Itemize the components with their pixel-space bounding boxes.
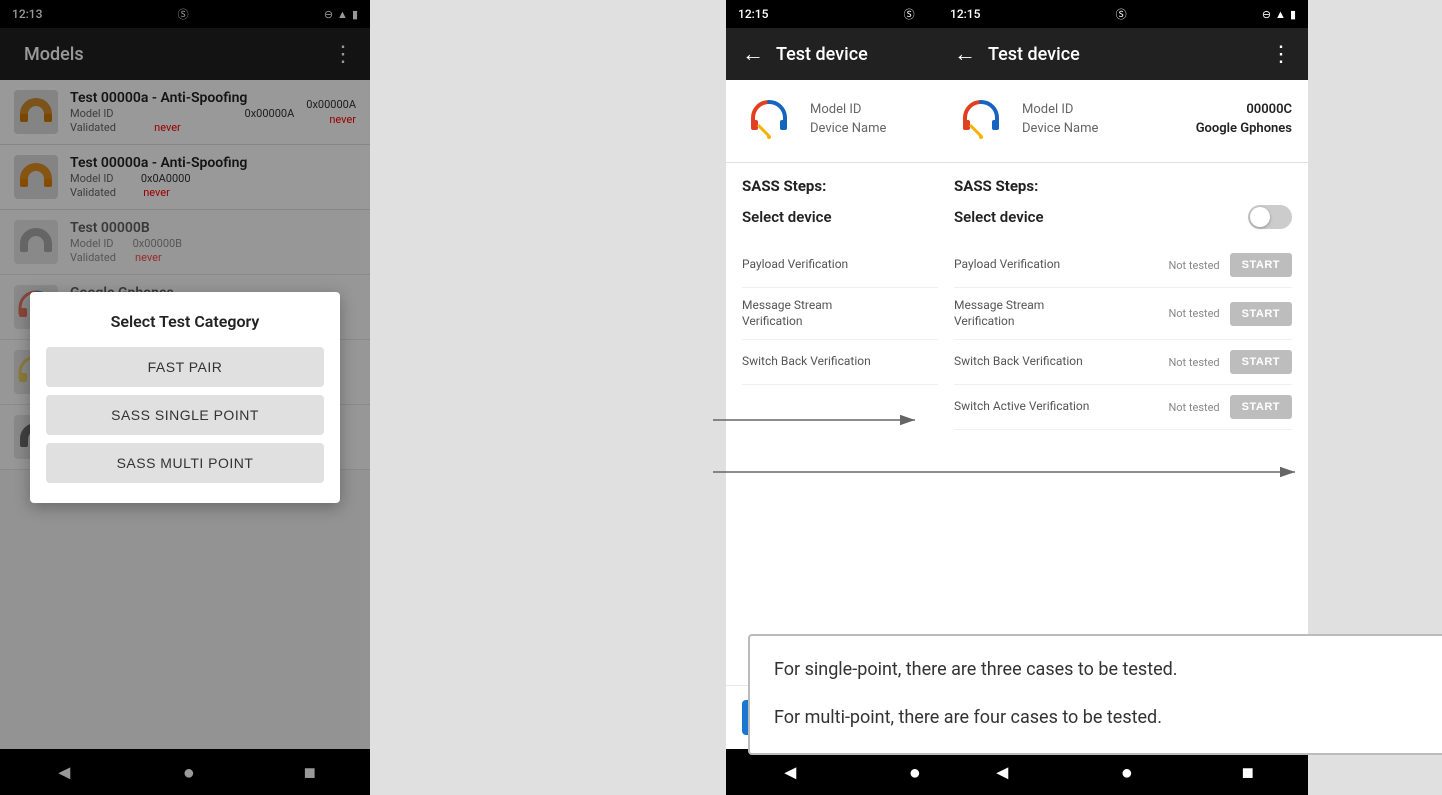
select-device-row-3: Select device bbox=[954, 205, 1292, 229]
info-text-2: For multi-point, there are four cases to… bbox=[774, 704, 1442, 733]
test-row-3-2: Switch Back Verification Not tested STAR… bbox=[954, 340, 1292, 385]
sass-section-3: SASS Steps: Select device Payload Verifi… bbox=[938, 163, 1308, 685]
toggle-3[interactable] bbox=[1248, 205, 1292, 229]
info-box-container: For single-point, there are three cases … bbox=[748, 634, 1442, 755]
device-logo-2 bbox=[742, 94, 796, 148]
select-device-label-2: Select device bbox=[742, 208, 832, 226]
time-2: 12:15 bbox=[738, 7, 768, 21]
sim-icon-2: Ⓢ bbox=[904, 6, 915, 22]
modal-overlay: Select Test Category FAST PAIR SASS SING… bbox=[0, 0, 370, 795]
home-nav-3[interactable]: ● bbox=[1121, 760, 1133, 785]
sass-multi-point-btn[interactable]: SASS MULTI POINT bbox=[46, 443, 324, 483]
status-icons-3: ⊖ ▲ ▮ bbox=[1262, 8, 1296, 21]
sass-title-3: SASS Steps: bbox=[954, 177, 1292, 195]
time-3: 12:15 bbox=[950, 7, 980, 21]
test-row-3-0: Payload Verification Not tested START bbox=[954, 243, 1292, 288]
start-btn-3-3[interactable]: START bbox=[1230, 395, 1292, 419]
test-label-3-2: Switch Back Verification bbox=[954, 354, 1152, 370]
device-info-rows-3: Model ID 00000C Device Name Google Gphon… bbox=[1022, 102, 1292, 140]
test-label-3-1: Message StreamVerification bbox=[954, 298, 1152, 329]
back-btn-3[interactable]: ← bbox=[954, 41, 976, 67]
sim-icon-3: Ⓢ bbox=[1116, 6, 1127, 22]
info-text-1: For single-point, there are three cases … bbox=[774, 656, 1442, 685]
app-bar-3: ← Test device ⋮ bbox=[938, 28, 1308, 80]
modal-box: Select Test Category FAST PAIR SASS SING… bbox=[30, 292, 340, 503]
device-name-row-3: Device Name Google Gphones bbox=[1022, 121, 1292, 136]
status-bar-3: 12:15 Ⓢ ⊖ ▲ ▮ bbox=[938, 0, 1308, 28]
test-row-3-1: Message StreamVerification Not tested ST… bbox=[954, 288, 1292, 340]
back-nav-3[interactable]: ◄ bbox=[992, 760, 1012, 785]
menu-icon-3[interactable]: ⋮ bbox=[1270, 42, 1292, 67]
wifi-icon-3: ▲ bbox=[1275, 8, 1286, 21]
recent-nav-3[interactable]: ■ bbox=[1242, 760, 1254, 785]
test-label-3-0: Payload Verification bbox=[954, 257, 1152, 273]
home-nav-2[interactable]: ● bbox=[909, 760, 921, 785]
bottom-nav-3: ◄ ● ■ bbox=[938, 749, 1308, 795]
device-logo-3 bbox=[954, 94, 1008, 148]
test-status-3-0: Not tested bbox=[1152, 259, 1220, 272]
test-status-3-2: Not tested bbox=[1152, 356, 1220, 369]
test-label-2-1: Message StreamVerification bbox=[742, 298, 940, 329]
start-btn-3-0[interactable]: START bbox=[1230, 253, 1292, 277]
battery-icon-3: ▮ bbox=[1290, 8, 1296, 21]
phone-screen-1: 12:13 Ⓢ ⊖ ▲ ▮ Models ⋮ Test 00000a - Ant… bbox=[0, 0, 370, 795]
info-box: For single-point, there are three cases … bbox=[748, 634, 1442, 755]
sass-single-point-btn[interactable]: SASS SINGLE POINT bbox=[46, 395, 324, 435]
device-icon-3 bbox=[954, 94, 1008, 148]
select-device-label-3: Select device bbox=[954, 208, 1044, 226]
start-btn-3-1[interactable]: START bbox=[1230, 302, 1292, 326]
test-label-2-0: Payload Verification bbox=[742, 257, 940, 273]
model-id-row-3: Model ID 00000C bbox=[1022, 102, 1292, 117]
test-status-3-1: Not tested bbox=[1152, 307, 1220, 320]
middle-section: 12:15 Ⓢ ⊖ ▲ ▮ ← Test device ⋮ bbox=[370, 0, 1442, 795]
device-icon-2 bbox=[742, 94, 796, 148]
test-status-3-3: Not tested bbox=[1152, 401, 1220, 414]
modal-title: Select Test Category bbox=[46, 312, 324, 331]
app-title-3: Test device bbox=[988, 44, 1270, 65]
start-btn-3-2[interactable]: START bbox=[1230, 350, 1292, 374]
back-nav-2[interactable]: ◄ bbox=[780, 760, 800, 785]
test-label-3-3: Switch Active Verification bbox=[954, 399, 1152, 415]
back-btn-2[interactable]: ← bbox=[742, 41, 764, 67]
test-row-3-3: Switch Active Verification Not tested ST… bbox=[954, 385, 1292, 430]
test-label-2-2: Switch Back Verification bbox=[742, 354, 940, 370]
toggle-knob-3 bbox=[1250, 207, 1270, 227]
fast-pair-btn[interactable]: FAST PAIR bbox=[46, 347, 324, 387]
signal-icon-3: ⊖ bbox=[1262, 8, 1271, 21]
device-info-card-3: Model ID 00000C Device Name Google Gphon… bbox=[938, 80, 1308, 163]
